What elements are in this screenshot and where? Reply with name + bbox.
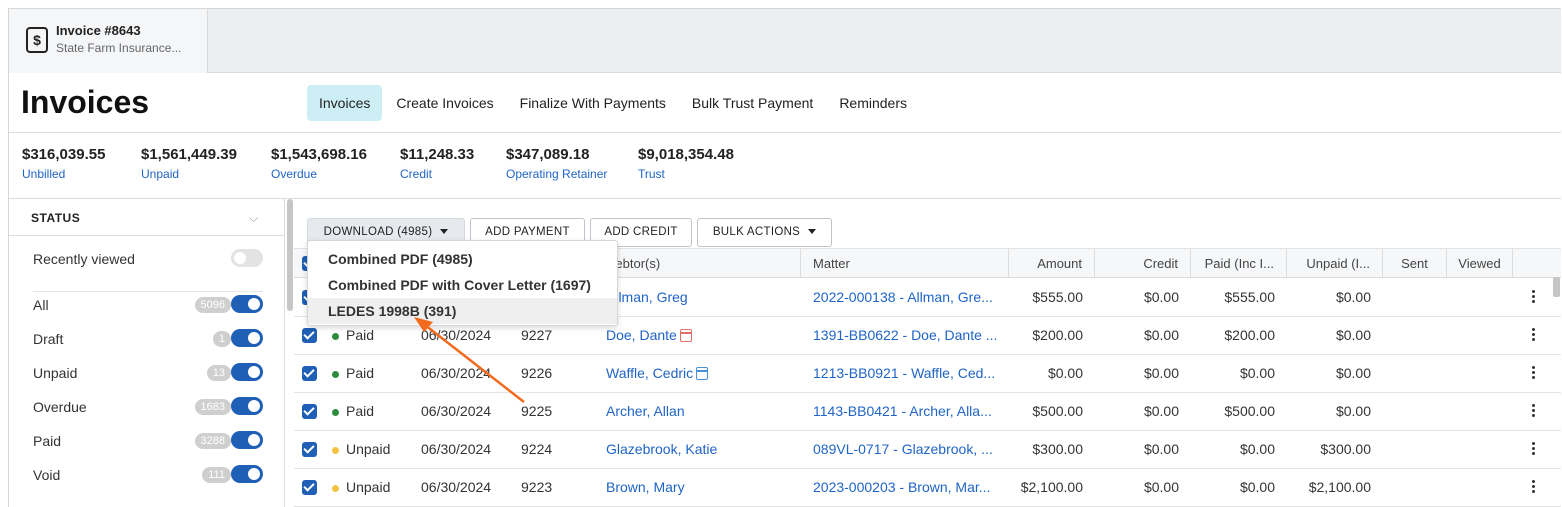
app-window: $ Invoice #8643 State Farm Insurance... … (8, 8, 1561, 507)
annotation-arrow (414, 317, 525, 403)
